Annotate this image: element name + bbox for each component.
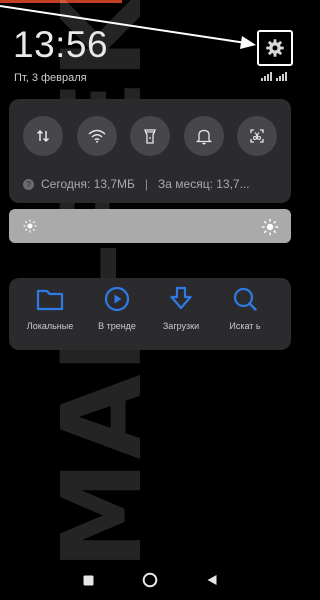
settings-button[interactable] bbox=[257, 30, 293, 66]
brightness-slider[interactable] bbox=[9, 209, 291, 243]
recent-apps-button[interactable] bbox=[76, 568, 100, 592]
wifi-icon bbox=[88, 129, 106, 143]
gear-icon bbox=[266, 39, 284, 57]
traffic-month: За месяц: 13,7... bbox=[158, 177, 250, 191]
home-button[interactable] bbox=[138, 568, 162, 592]
brightness-low-icon bbox=[23, 219, 37, 233]
shortcut-downloads[interactable]: Загрузки bbox=[146, 286, 216, 331]
toggle-flashlight[interactable] bbox=[130, 116, 170, 156]
date: Пт, 3 февраля bbox=[14, 72, 87, 84]
toggle-wifi[interactable] bbox=[77, 116, 117, 156]
signal-icon bbox=[261, 72, 272, 81]
traffic-separator: | bbox=[144, 177, 149, 191]
navigation-bar bbox=[66, 568, 236, 592]
shortcut-local[interactable]: Локальные bbox=[15, 286, 85, 331]
clock[interactable]: 13:56 bbox=[13, 24, 108, 66]
shortcuts-panel: Локальные В тренде Загрузки Искат ь bbox=[9, 278, 291, 350]
search-icon bbox=[233, 287, 257, 311]
shortcut-local-label: Локальные bbox=[26, 321, 74, 331]
back-button[interactable] bbox=[200, 568, 224, 592]
toggle-screenshot[interactable] bbox=[237, 116, 277, 156]
brightness-high-icon bbox=[261, 218, 279, 236]
toggle-sound[interactable] bbox=[184, 116, 224, 156]
shortcut-downloads-label: Загрузки bbox=[162, 321, 200, 331]
data-transfer-icon bbox=[36, 129, 50, 143]
download-icon bbox=[170, 286, 192, 310]
shortcut-trending[interactable]: В тренде bbox=[82, 286, 152, 331]
folder-icon bbox=[36, 289, 64, 311]
play-icon bbox=[104, 286, 130, 312]
toggle-mobile-data[interactable] bbox=[23, 116, 63, 156]
traffic-usage[interactable]: ? Сегодня: 13,7МБ | За месяц: 13,7... bbox=[23, 177, 250, 191]
traffic-today: Сегодня: 13,7МБ bbox=[41, 177, 135, 191]
flashlight-icon bbox=[144, 129, 156, 144]
circle-icon bbox=[142, 572, 158, 588]
info-icon: ? bbox=[23, 178, 34, 190]
square-icon bbox=[83, 575, 93, 585]
bell-icon bbox=[196, 129, 212, 144]
shortcut-search-label: Искат ь bbox=[229, 321, 261, 331]
triangle-icon bbox=[207, 575, 217, 585]
status-icons bbox=[261, 72, 287, 81]
shortcut-trending-label: В тренде bbox=[98, 321, 136, 331]
signal-icon bbox=[276, 72, 287, 81]
shortcut-search[interactable]: Искат ь bbox=[210, 286, 280, 331]
quick-settings-panel: ? Сегодня: 13,7МБ | За месяц: 13,7... bbox=[9, 99, 291, 203]
screenshot-icon bbox=[250, 129, 264, 143]
